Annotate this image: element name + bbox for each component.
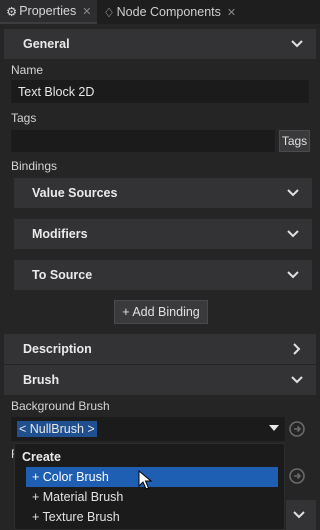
chevron-down-icon [287,230,299,238]
close-icon[interactable]: ✕ [82,5,91,18]
chevron-down-icon [287,271,299,279]
background-brush-label: Background Brush [11,399,110,413]
section-brush[interactable]: Brush [4,365,316,395]
chevron-right-icon [293,343,301,355]
node-components-icon: ♢ [103,5,115,20]
chevron-down-icon [291,40,303,48]
chevron-down-icon [287,189,299,197]
binding-to-source[interactable]: To Source [14,260,312,290]
section-general-label: General [23,37,70,51]
tab-properties-label: Properties [19,4,77,18]
background-brush-dropdown[interactable]: < NullBrush > [11,417,285,441]
menu-item-texture-brush[interactable]: + Texture Brush [26,507,278,527]
tags-button[interactable]: Tags [279,130,310,152]
menu-item-material-brush[interactable]: + Material Brush [26,487,278,507]
chevron-down-icon [293,511,305,519]
section-description-label: Description [23,342,92,356]
mouse-pointer-icon [138,470,152,490]
tab-properties[interactable]: ⚙ Properties ✕ [0,0,98,24]
modifiers-label: Modifiers [32,227,88,241]
reset-arrow-icon[interactable] [289,421,305,437]
background-brush-value: < NullBrush > [17,421,97,437]
reset-arrow-icon[interactable] [289,468,305,484]
create-menu-header: Create [22,450,61,464]
collapsed-section[interactable] [286,500,316,530]
tags-input[interactable] [11,130,275,152]
to-source-label: To Source [32,268,93,282]
value-sources-label: Value Sources [32,186,118,200]
add-binding-button[interactable]: + Add Binding [114,300,208,324]
tab-bar: ⚙ Properties ✕ ♢ Node Components ✕ [0,0,320,24]
tags-label: Tags [11,111,37,125]
tab-node-components-label: Node Components [116,5,221,19]
section-description[interactable]: Description [4,334,316,364]
name-field[interactable]: Text Block 2D [11,80,309,103]
chevron-down-icon [291,376,303,384]
gear-icon: ⚙ [6,4,18,19]
tab-node-components[interactable]: ♢ Node Components ✕ [97,0,242,24]
name-label: Name [11,63,44,77]
binding-modifiers[interactable]: Modifiers [14,219,312,249]
section-general[interactable]: General [4,29,316,59]
binding-value-sources[interactable]: Value Sources [14,178,312,208]
menu-item-color-brush[interactable]: + Color Brush [26,467,278,487]
bindings-label: Bindings [11,159,58,173]
section-brush-label: Brush [23,373,60,387]
dropdown-triangle-icon[interactable] [269,425,279,432]
close-icon[interactable]: ✕ [227,6,236,19]
